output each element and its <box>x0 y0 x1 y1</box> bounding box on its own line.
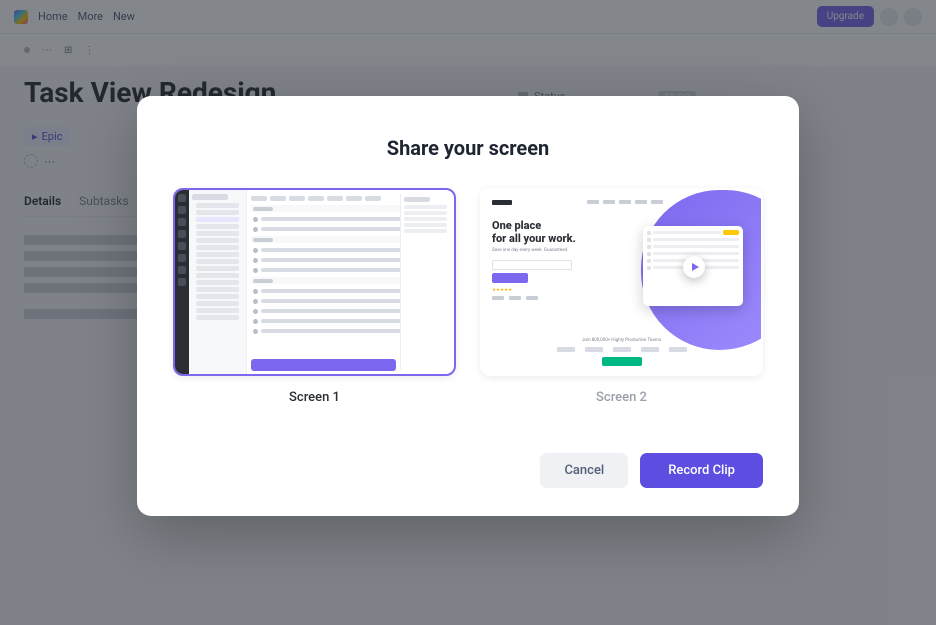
record-clip-button[interactable]: Record Clip <box>640 453 763 488</box>
play-icon <box>683 256 705 278</box>
screen-1-label: Screen 1 <box>173 390 456 405</box>
screen-option-2[interactable]: One placefor all your work. Save one day… <box>480 188 763 405</box>
modal-title: Share your screen <box>173 136 763 160</box>
cancel-button[interactable]: Cancel <box>540 453 628 488</box>
screen-2-label: Screen 2 <box>480 390 763 405</box>
screen-1-thumbnail <box>173 188 456 376</box>
share-screen-modal: Share your screen <box>137 96 799 516</box>
screen-option-1[interactable]: Screen 1 <box>173 188 456 405</box>
screen-2-thumbnail: One placefor all your work. Save one day… <box>480 188 763 376</box>
